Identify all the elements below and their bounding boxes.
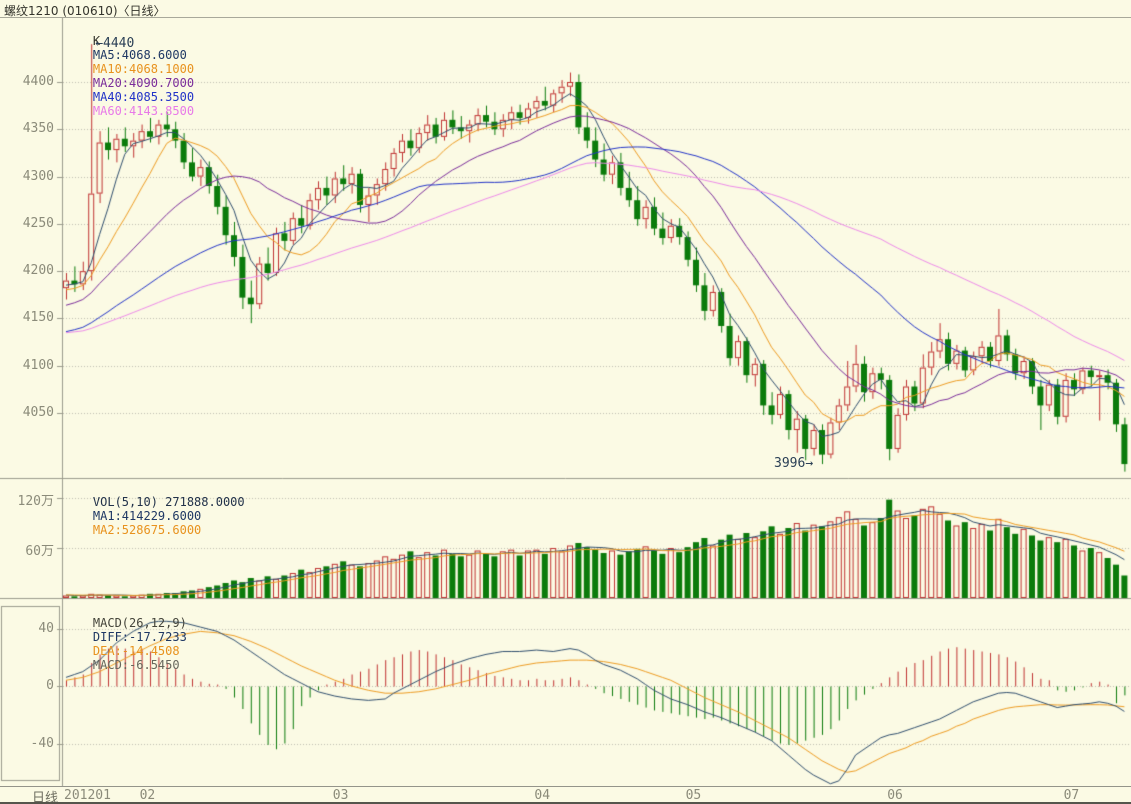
price-axis-label: 4200: [0, 263, 54, 278]
ma20-value: MA20:4090.7000: [93, 76, 194, 90]
chart-window: 螺纹1210 (010610)〈日线〉 K MA5:4068.6000 MA10…: [0, 0, 1131, 804]
ma40-value: MA40:4085.3500: [93, 90, 194, 104]
volume-axis-label: 60万: [0, 540, 54, 559]
macd-axis-label: 0: [0, 678, 54, 693]
macd-label: MACD(26,12,9): [93, 616, 187, 630]
price-axis-label: 4150: [0, 310, 54, 325]
price-axis-label: 4100: [0, 358, 54, 373]
x-axis-month-label: 02: [140, 788, 156, 803]
x-axis-month-label: 07: [1064, 788, 1080, 803]
low-price-annotation: 3996→: [774, 456, 813, 471]
x-axis-month-label: 06: [887, 788, 903, 803]
price-axis-label: 4250: [0, 216, 54, 231]
price-axis-label: 4400: [0, 74, 54, 89]
x-axis-month-label: 201201: [64, 788, 111, 803]
volume-indicator-row: VOL(5,10) 271888.0000 MA1:414229.6000 MA…: [64, 481, 259, 551]
macd-axis-label: -40: [0, 736, 54, 751]
macd-indicator-row: MACD(26,12,9) DIFF:-17.7233 DEA:-14.4508…: [64, 602, 201, 686]
price-axis-label: 4050: [0, 405, 54, 420]
left-arrow-icon: ←: [95, 36, 103, 51]
price-axis-label: 4300: [0, 169, 54, 184]
x-axis-month-label: 05: [686, 788, 702, 803]
high-price-annotation: ←4440: [95, 36, 134, 51]
macd-axis-label: 40: [0, 621, 54, 636]
ma10-value: MA10:4068.1000: [93, 62, 194, 76]
title-bar: 螺纹1210 (010610)〈日线〉: [0, 0, 1131, 18]
x-axis-month-label: 04: [534, 788, 550, 803]
vol-ma1-value: MA1:414229.6000: [93, 509, 201, 523]
ma60-value: MA60:4143.8500: [93, 104, 194, 118]
vol-ma2-value: MA2:528675.6000: [93, 523, 201, 537]
dea-value: DEA:-14.4508: [93, 644, 180, 658]
volume-axis-label: 120万: [0, 490, 54, 509]
macd-value: MACD:-6.5450: [93, 658, 180, 672]
price-axis-label: 4350: [0, 121, 54, 136]
k-indicator-row: K MA5:4068.6000 MA10:4068.1000 MA20:4090…: [64, 20, 208, 132]
high-price-label: 4440: [103, 36, 134, 51]
vol-value: VOL(5,10) 271888.0000: [93, 495, 245, 509]
instrument-title: 螺纹1210 (010610)〈日线〉: [4, 2, 166, 19]
x-axis-month-label: 03: [333, 788, 349, 803]
diff-value: DIFF:-17.7233: [93, 630, 187, 644]
low-price-label: 3996: [774, 456, 805, 471]
right-arrow-icon: →: [805, 456, 813, 471]
x-axis-bar: [0, 786, 1131, 803]
